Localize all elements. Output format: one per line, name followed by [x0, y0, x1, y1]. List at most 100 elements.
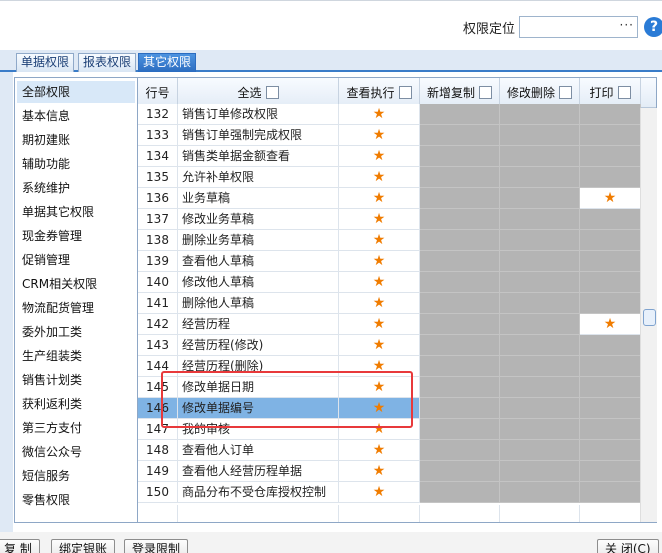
permission-name[interactable]: 修改他人草稿 [178, 272, 339, 293]
permission-name[interactable]: 查看他人草稿 [178, 251, 339, 272]
view-exec-cell[interactable]: ★ [339, 293, 420, 314]
permission-name[interactable]: 经营历程(修改) [178, 335, 339, 356]
close-button[interactable]: 关 闭(C) [597, 539, 659, 553]
category-item[interactable]: CRM相关权限 [17, 273, 135, 295]
permission-name[interactable]: 经营历程 [178, 314, 339, 335]
view-exec-cell[interactable]: ★ [339, 461, 420, 482]
scrollbar-thumb[interactable] [643, 309, 656, 326]
table-row[interactable]: 147 我的审核 ★ [138, 419, 656, 440]
table-row[interactable]: 140 修改他人草稿 ★ [138, 272, 656, 293]
category-item[interactable]: 短信服务 [17, 465, 135, 487]
permission-name[interactable]: 经营历程(删除) [178, 356, 339, 377]
view-exec-cell[interactable]: ★ [339, 230, 420, 251]
category-item[interactable]: 微信公众号 [17, 441, 135, 463]
permission-name[interactable]: 我的审核 [178, 419, 339, 440]
print-cell[interactable]: ★ [580, 314, 641, 335]
table-row[interactable]: 145 修改单据日期 ★ [138, 377, 656, 398]
category-item[interactable]: 促销管理 [17, 249, 135, 271]
bind-bank-account-button[interactable]: 绑定银账 [51, 539, 116, 553]
view-exec-cell[interactable]: ★ [339, 440, 420, 461]
select-all-checkbox[interactable] [265, 86, 279, 99]
permission-name[interactable]: 查看他人订单 [178, 440, 339, 461]
view-exec-cell[interactable]: ★ [339, 104, 420, 125]
empty-cell [339, 505, 420, 522]
category-item[interactable]: 销售计划类 [17, 369, 135, 391]
category-item[interactable]: 物流配货管理 [17, 297, 135, 319]
permission-name[interactable]: 修改单据编号 [178, 398, 339, 419]
print-cell[interactable]: ★ [580, 188, 641, 209]
edit-delete-cell [500, 440, 580, 461]
table-row[interactable]: 149 查看他人经营历程单据 ★ [138, 461, 656, 482]
tab-document-permission[interactable]: 单据权限 [16, 53, 75, 72]
table-row[interactable]: 133 销售订单强制完成权限 ★ [138, 125, 656, 146]
permission-name[interactable]: 业务草稿 [178, 188, 339, 209]
table-row[interactable]: 143 经营历程(修改) ★ [138, 335, 656, 356]
category-item[interactable]: 零售权限 [17, 489, 135, 511]
category-item[interactable]: 基本信息 [17, 105, 135, 127]
vertical-scrollbar[interactable] [640, 108, 657, 522]
table-row[interactable]: 146 修改单据编号 ★ [138, 398, 656, 419]
permission-name[interactable]: 销售类单据金额查看 [178, 146, 339, 167]
print-checkbox[interactable] [617, 86, 631, 99]
permission-name[interactable]: 修改业务草稿 [178, 209, 339, 230]
row-number: 147 [138, 419, 178, 440]
table-row[interactable]: 148 查看他人订单 ★ [138, 440, 656, 461]
table-row[interactable]: 139 查看他人草稿 ★ [138, 251, 656, 272]
view-exec-cell[interactable]: ★ [339, 398, 420, 419]
table-row[interactable]: 142 经营历程 ★ ★ [138, 314, 656, 335]
locate-browse-button[interactable]: ··· [620, 18, 634, 32]
category-item-all[interactable]: 全部权限 [17, 81, 135, 103]
category-item[interactable]: 获利返利类 [17, 393, 135, 415]
permission-name[interactable]: 删除业务草稿 [178, 230, 339, 251]
permission-category-list[interactable]: 全部权限 基本信息 期初建账 辅助功能 系统维护 单据其它权限 现金券管理 促销… [14, 77, 138, 523]
table-row[interactable]: 150 商品分布不受仓库授权控制 ★ [138, 482, 656, 503]
permission-locate-input[interactable]: ··· [519, 16, 638, 38]
category-item[interactable]: 辅助功能 [17, 153, 135, 175]
table-row[interactable]: 136 业务草稿 ★ ★ [138, 188, 656, 209]
table-row[interactable]: 137 修改业务草稿 ★ [138, 209, 656, 230]
permission-name[interactable]: 查看他人经营历程单据 [178, 461, 339, 482]
add-copy-checkbox[interactable] [479, 86, 492, 99]
permission-name[interactable]: 允许补单权限 [178, 167, 339, 188]
table-row[interactable]: 138 删除业务草稿 ★ [138, 230, 656, 251]
category-item[interactable]: 委外加工类 [17, 321, 135, 343]
table-row[interactable]: 134 销售类单据金额查看 ★ [138, 146, 656, 167]
view-exec-cell[interactable]: ★ [339, 251, 420, 272]
category-item[interactable]: 现金券管理 [17, 225, 135, 247]
login-restriction-button[interactable]: 登录限制 [124, 539, 189, 553]
permission-name[interactable]: 修改单据日期 [178, 377, 339, 398]
permission-name[interactable]: 销售订单修改权限 [178, 104, 339, 125]
permission-name[interactable]: 销售订单强制完成权限 [178, 125, 339, 146]
view-exec-checkbox[interactable] [398, 86, 412, 99]
permission-name[interactable]: 删除他人草稿 [178, 293, 339, 314]
view-exec-cell[interactable]: ★ [339, 146, 420, 167]
table-row[interactable]: 135 允许补单权限 ★ [138, 167, 656, 188]
table-row[interactable]: 144 经营历程(删除) ★ [138, 356, 656, 377]
help-icon[interactable]: ? [644, 17, 662, 37]
table-row[interactable]: 141 删除他人草稿 ★ [138, 293, 656, 314]
category-item[interactable]: 第三方支付 [17, 417, 135, 439]
view-exec-cell[interactable]: ★ [339, 377, 420, 398]
category-item[interactable]: 期初建账 [17, 129, 135, 151]
category-item[interactable]: 系统维护 [17, 177, 135, 199]
edit-delete-checkbox[interactable] [559, 86, 572, 99]
tab-report-permission[interactable]: 报表权限 [78, 53, 137, 72]
print-cell [580, 419, 641, 440]
view-exec-cell[interactable]: ★ [339, 482, 420, 503]
tab-other-permission[interactable]: 其它权限 [138, 53, 197, 72]
table-row[interactable]: 132 销售订单修改权限 ★ [138, 104, 656, 125]
view-exec-cell[interactable]: ★ [339, 314, 420, 335]
view-exec-cell[interactable]: ★ [339, 188, 420, 209]
permission-name[interactable]: 商品分布不受仓库授权控制 [178, 482, 339, 503]
copy-button[interactable]: 复 制 [0, 539, 40, 553]
category-item[interactable]: 单据其它权限 [17, 201, 135, 223]
category-item[interactable]: 生产组装类 [17, 345, 135, 367]
view-exec-cell[interactable]: ★ [339, 335, 420, 356]
view-exec-cell[interactable]: ★ [339, 209, 420, 230]
view-exec-cell[interactable]: ★ [339, 125, 420, 146]
view-exec-cell[interactable]: ★ [339, 419, 420, 440]
view-exec-cell[interactable]: ★ [339, 356, 420, 377]
view-exec-cell[interactable]: ★ [339, 167, 420, 188]
star-icon: ★ [372, 232, 386, 248]
view-exec-cell[interactable]: ★ [339, 272, 420, 293]
